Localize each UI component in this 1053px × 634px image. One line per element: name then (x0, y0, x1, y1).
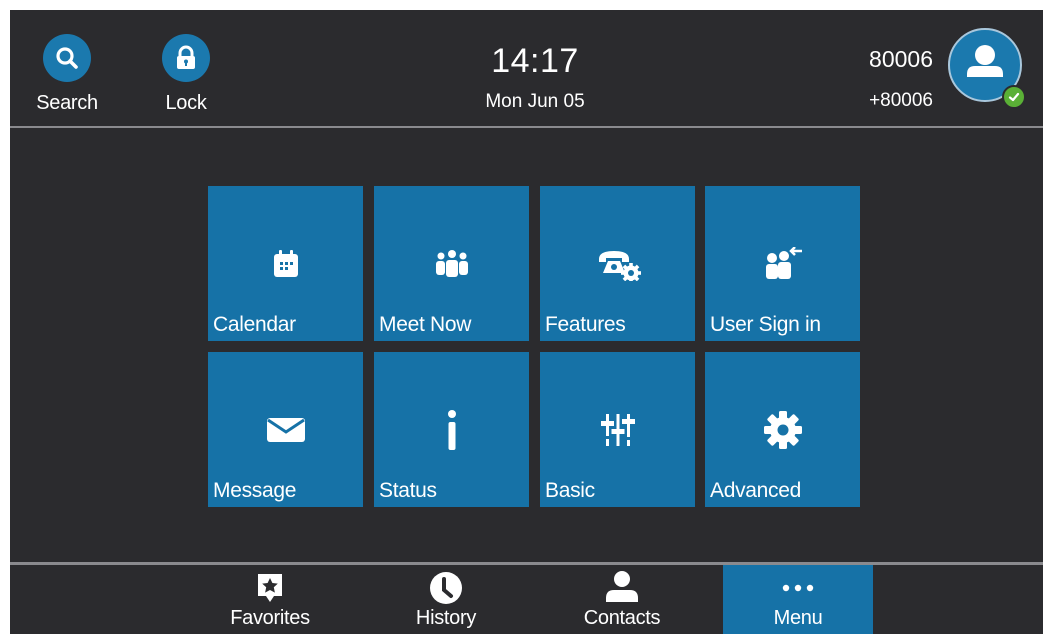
clock: 14:17 Mon Jun 05 (430, 42, 640, 113)
clock-date: Mon Jun 05 (485, 91, 585, 112)
phone-screen: Search Lock 14:17 Mon Jun 05 80006 +8000… (10, 10, 1043, 634)
meeting-people-icon (374, 244, 529, 284)
bottom-nav: Favorites History Contacts Menu (10, 565, 1043, 634)
lock-icon (162, 34, 210, 82)
phone-gear-icon (540, 244, 695, 284)
nav-label: Favorites (230, 607, 310, 629)
nav-label: Menu (773, 607, 823, 629)
contact-person-icon (547, 565, 697, 607)
search-button[interactable]: Search (32, 34, 102, 115)
menu-grid: Calendar Meet Now Features User Sign in … (208, 186, 860, 508)
search-icon (43, 34, 91, 82)
tile-label: Meet Now (379, 313, 472, 336)
tile-label: Basic (545, 479, 595, 502)
nav-menu[interactable]: Menu (723, 565, 873, 634)
nav-history[interactable]: History (371, 565, 521, 634)
account-number: 80006 (869, 46, 933, 72)
tile-advanced[interactable]: Advanced (705, 352, 860, 507)
presence-available-icon (1002, 85, 1026, 109)
tile-label: Status (379, 479, 437, 502)
nav-label: History (415, 607, 477, 629)
tile-calendar[interactable]: Calendar (208, 186, 363, 341)
tile-basic[interactable]: Basic (540, 352, 695, 507)
tile-label: Features (545, 313, 626, 336)
user-sign-in-icon (705, 244, 860, 284)
more-dots-icon (723, 565, 873, 607)
lock-button[interactable]: Lock (151, 34, 221, 115)
clock-time: 14:17 (491, 42, 579, 80)
clock-icon (371, 565, 521, 607)
tile-label: Calendar (213, 313, 296, 336)
gear-icon (705, 410, 860, 450)
sliders-icon (540, 410, 695, 450)
tile-features[interactable]: Features (540, 186, 695, 341)
tile-label: Advanced (710, 479, 802, 502)
nav-favorites[interactable]: Favorites (195, 565, 345, 634)
tile-user-sign-in[interactable]: User Sign in (705, 186, 860, 341)
favorites-star-icon (195, 565, 345, 607)
tile-meet-now[interactable]: Meet Now (374, 186, 529, 341)
tile-message[interactable]: Message (208, 352, 363, 507)
envelope-icon (208, 410, 363, 450)
tile-label: User Sign in (710, 313, 821, 336)
info-icon (374, 410, 529, 450)
status-bar: Search Lock 14:17 Mon Jun 05 80006 +8000… (10, 10, 1043, 126)
search-label: Search (36, 92, 98, 114)
tile-status[interactable]: Status (374, 352, 529, 507)
account-extension: +80006 (869, 90, 933, 111)
nav-contacts[interactable]: Contacts (547, 565, 697, 634)
calendar-icon (208, 244, 363, 284)
nav-label: Contacts (583, 607, 661, 629)
tile-label: Message (213, 479, 297, 502)
lock-label: Lock (165, 92, 207, 114)
header-divider (10, 126, 1043, 128)
